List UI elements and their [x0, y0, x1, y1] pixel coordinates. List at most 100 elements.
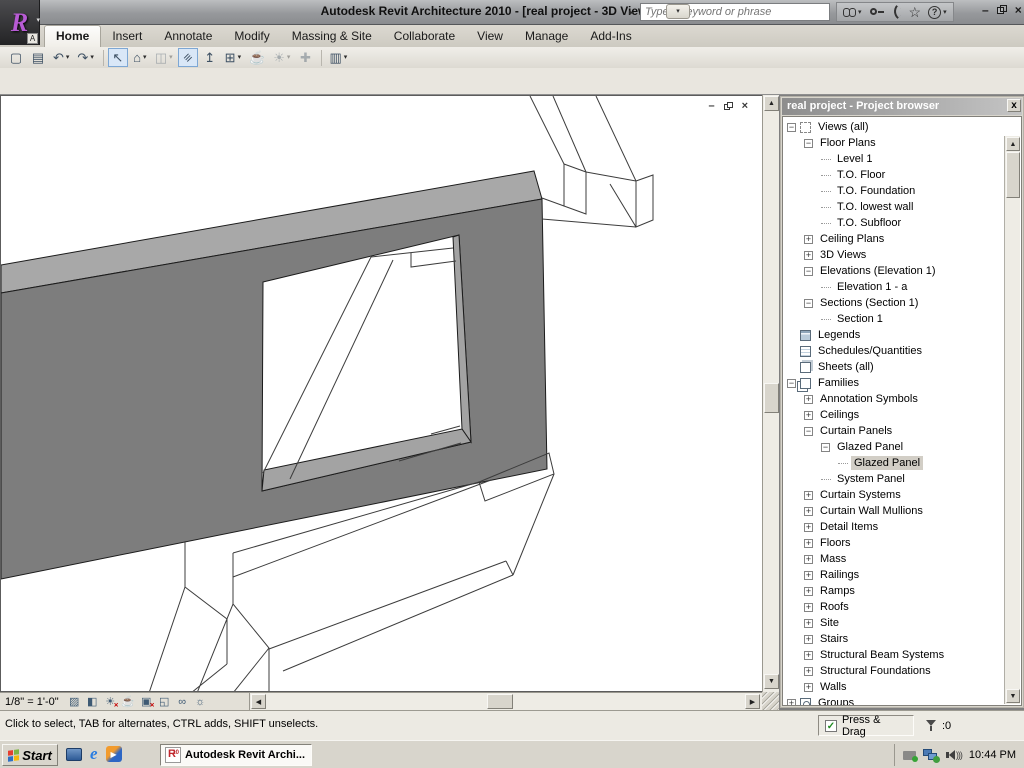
qat-new-file-icon[interactable]: ▢	[6, 48, 26, 67]
expand-icon[interactable]: +	[804, 651, 813, 660]
network-icon[interactable]	[923, 749, 939, 762]
tree-item[interactable]: +Ceiling Plans	[783, 231, 1005, 247]
temporary-hide-isolate-icon[interactable]: ∞	[174, 694, 191, 709]
expand-icon[interactable]: +	[804, 395, 813, 404]
qat-shadows-icon[interactable]: ✚	[295, 48, 315, 67]
scroll-left-icon[interactable]: ◀	[251, 694, 266, 709]
tree-item[interactable]: +Walls	[783, 679, 1005, 695]
expand-icon[interactable]: +	[804, 619, 813, 628]
tree-item[interactable]: T.O. lowest wall	[783, 199, 1005, 215]
tree-item[interactable]: +Annotation Symbols	[783, 391, 1005, 407]
volume-icon[interactable]: )))	[946, 750, 962, 760]
internet-explorer-icon[interactable]: e	[90, 745, 98, 763]
view-restore-icon[interactable]	[724, 102, 733, 111]
expand-icon[interactable]: +	[804, 491, 813, 500]
tree-item[interactable]: +Curtain Systems	[783, 487, 1005, 503]
tree-scroll-down-icon[interactable]: ▼	[1006, 689, 1020, 703]
tab-manage[interactable]: Manage	[514, 26, 579, 47]
binoculars-search-icon[interactable]: ▾	[843, 8, 862, 17]
tree-item[interactable]: +Stairs	[783, 631, 1005, 647]
qat-undo-icon[interactable]: ↶▾	[50, 48, 72, 67]
tree-item[interactable]: +Detail Items	[783, 519, 1005, 535]
tree-vertical-scrollbar[interactable]: ▲ ▼	[1004, 136, 1020, 704]
tree-item[interactable]: Glazed Panel	[783, 455, 1005, 471]
tree-item[interactable]: +3D Views	[783, 247, 1005, 263]
tree-item[interactable]: T.O. Foundation	[783, 183, 1005, 199]
tree-item[interactable]: −Families	[783, 375, 1005, 391]
qat-section-icon[interactable]: ◫▾	[152, 48, 176, 67]
detail-level-icon[interactable]: ▨	[66, 694, 83, 709]
tree-item[interactable]: −Views (all)	[783, 119, 1005, 135]
start-button[interactable]: Start	[2, 744, 58, 766]
expand-icon[interactable]: +	[804, 523, 813, 532]
show-desktop-icon[interactable]	[66, 748, 82, 761]
project-browser-close-icon[interactable]: x	[1007, 99, 1021, 112]
chevron-down-icon[interactable]: ▾	[66, 54, 70, 61]
expand-icon[interactable]: +	[804, 683, 813, 692]
collapse-icon[interactable]: −	[804, 427, 813, 436]
tree-item[interactable]: Level 1	[783, 151, 1005, 167]
expand-icon[interactable]: +	[804, 235, 813, 244]
revit-task-button[interactable]: R10 Autodesk Revit Archi...	[160, 744, 312, 766]
tree-item[interactable]: +Site	[783, 615, 1005, 631]
tree-item[interactable]: +Ceilings	[783, 407, 1005, 423]
expand-icon[interactable]: +	[804, 251, 813, 260]
tab-massing-site[interactable]: Massing & Site	[281, 26, 383, 47]
canvas-vertical-scrollbar[interactable]: ▲ ▼	[762, 95, 779, 692]
close-icon[interactable]: ×	[1015, 3, 1022, 17]
crop-view-off-icon[interactable]: ▣	[138, 694, 155, 709]
collapse-icon[interactable]: −	[804, 267, 813, 276]
tree-item[interactable]: −Glazed Panel	[783, 439, 1005, 455]
expand-icon[interactable]: +	[804, 603, 813, 612]
tree-item[interactable]: Schedules/Quantities	[783, 343, 1005, 359]
tree-item[interactable]: Sheets (all)	[783, 359, 1005, 375]
tree-item[interactable]: Section 1	[783, 311, 1005, 327]
minimize-icon[interactable]: –	[982, 3, 989, 17]
drawing-view-window[interactable]: – ×	[0, 95, 762, 692]
show-crop-region-icon[interactable]: ◱	[156, 694, 173, 709]
tree-item[interactable]: +Ramps	[783, 583, 1005, 599]
tree-item[interactable]: T.O. Subfloor	[783, 215, 1005, 231]
collapse-icon[interactable]: −	[787, 379, 796, 388]
qat-sun-path-icon[interactable]: ☀▾	[270, 48, 293, 67]
media-player-icon[interactable]: ▶	[106, 746, 122, 762]
tree-item[interactable]: +Structural Foundations	[783, 663, 1005, 679]
tab-annotate[interactable]: Annotate	[153, 26, 223, 47]
chevron-down-icon[interactable]: ▾	[344, 54, 348, 61]
tree-item[interactable]: +Curtain Wall Mullions	[783, 503, 1005, 519]
filter-funnel-icon[interactable]	[925, 720, 937, 731]
chevron-down-icon[interactable]: ▾	[238, 54, 242, 61]
qat-redo-icon[interactable]: ↷▾	[74, 48, 96, 67]
tree-item[interactable]: +Structural Beam Systems	[783, 647, 1005, 663]
collapse-icon[interactable]: −	[804, 139, 813, 148]
view-close-icon[interactable]: ×	[742, 100, 748, 112]
chevron-down-icon[interactable]: ▾	[90, 54, 94, 61]
shadows-off-icon[interactable]: ☀	[102, 694, 119, 709]
expand-icon[interactable]: +	[804, 635, 813, 644]
tab-home[interactable]: Home	[44, 25, 101, 47]
collapse-icon[interactable]: −	[787, 123, 796, 132]
tree-item[interactable]: +Railings	[783, 567, 1005, 583]
tree-item[interactable]: Legends	[783, 327, 1005, 343]
visual-style-icon[interactable]: ◧	[84, 694, 101, 709]
communication-center-icon[interactable]	[892, 7, 902, 17]
reveal-hidden-elements-icon[interactable]: ☼	[192, 694, 209, 709]
tab-collaborate[interactable]: Collaborate	[383, 26, 466, 47]
expand-icon[interactable]: +	[804, 571, 813, 580]
press-drag-checkbox[interactable]: ✓	[825, 720, 837, 732]
qat-switch-windows-icon[interactable]: ⊞▾	[222, 48, 244, 67]
expand-icon[interactable]: +	[804, 507, 813, 516]
rendering-dialog-icon[interactable]: ☕	[120, 694, 137, 709]
tab-modify[interactable]: Modify	[223, 26, 280, 47]
tree-item[interactable]: +Roofs	[783, 599, 1005, 615]
collapse-icon[interactable]: −	[804, 299, 813, 308]
drawing-viewport[interactable]	[1, 96, 761, 691]
tree-item[interactable]: −Elevations (Elevation 1)	[783, 263, 1005, 279]
qat-render-icon[interactable]: ☕	[246, 48, 268, 67]
expand-icon[interactable]: +	[804, 539, 813, 548]
qat-modify-cursor-icon[interactable]: ↖	[108, 48, 128, 67]
qat-close-hidden-windows-icon[interactable]: ↥	[200, 48, 220, 67]
tree-item[interactable]: System Panel	[783, 471, 1005, 487]
key-sign-in-icon[interactable]	[869, 6, 885, 18]
tree-item[interactable]: +Mass	[783, 551, 1005, 567]
